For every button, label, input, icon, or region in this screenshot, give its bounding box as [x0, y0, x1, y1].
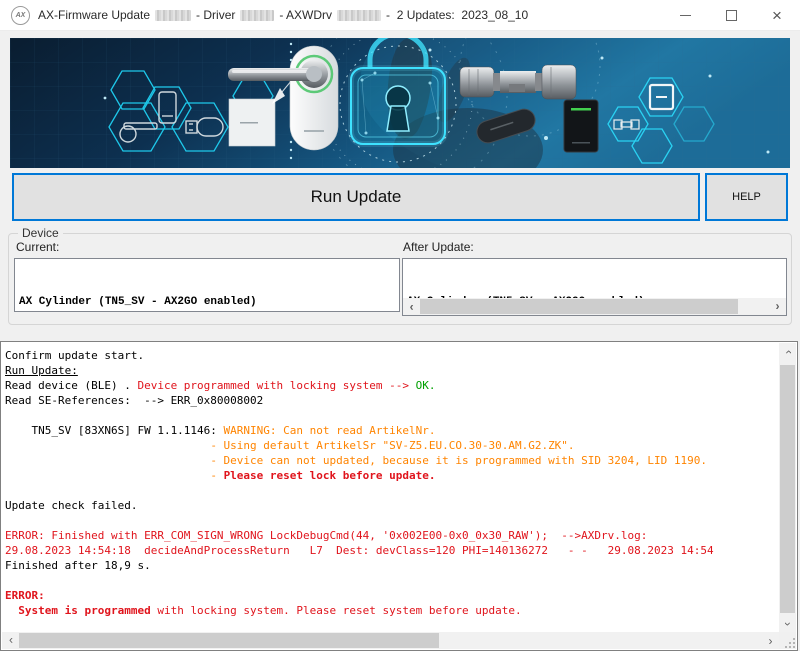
close-button[interactable]: ×: [754, 0, 800, 30]
log-line: [5, 573, 775, 588]
log-line: Update check failed.: [5, 498, 775, 513]
scroll-left-button[interactable]: ›: [2, 632, 19, 649]
redacted-version: [155, 10, 191, 21]
scrollbar-thumb[interactable]: [780, 365, 795, 613]
scroll-left-button[interactable]: ›: [403, 298, 420, 315]
redacted-version: [337, 10, 381, 21]
help-button[interactable]: HELP: [705, 173, 788, 221]
title-driver-label: - Driver: [196, 8, 235, 22]
resize-grip[interactable]: [779, 632, 796, 649]
maximize-icon: [726, 10, 737, 21]
after-update-label: After Update:: [403, 240, 474, 254]
banner-artwork: [10, 38, 790, 168]
log-line: Run Update:: [5, 363, 775, 378]
scrollbar-thumb[interactable]: [19, 633, 439, 648]
scrollbar-thumb[interactable]: [420, 299, 738, 314]
log-line: 29.08.2023 14:54:18 decideAndProcessRetu…: [5, 543, 775, 558]
chevron-up-icon: ›: [781, 350, 795, 354]
current-device-tree[interactable]: AX Cylinder (TN5_SV - AX2GO enabled) 83X…: [14, 258, 400, 312]
app-icon: AX: [11, 6, 30, 25]
log-output[interactable]: Confirm update start.Run Update:Read dev…: [2, 343, 779, 632]
maximize-button[interactable]: [708, 0, 754, 30]
log-line: - Please reset lock before update.: [5, 468, 775, 483]
after-tree-horizontal-scrollbar[interactable]: › ›: [403, 298, 786, 315]
title-app-name: AX-Firmware Update: [38, 8, 150, 22]
after-update-device-tree[interactable]: AX Cylinder (TN5_SV - AX2GO enabled) 83X…: [402, 258, 787, 316]
app-icon-text: AX: [16, 12, 26, 19]
scroll-up-button[interactable]: ›: [779, 343, 796, 360]
window-title: AX-Firmware Update - Driver - AXWDrv - 2…: [38, 8, 533, 22]
current-label: Current:: [16, 240, 59, 254]
title-axwdrv-label: - AXWDrv: [279, 8, 332, 22]
close-icon: ×: [772, 7, 782, 24]
scroll-down-button[interactable]: ›: [779, 615, 796, 632]
log-line: Confirm update start.: [5, 348, 775, 363]
scroll-right-button[interactable]: ›: [769, 298, 786, 315]
log-line: ERROR:: [5, 588, 775, 603]
log-panel: Confirm update start.Run Update:Read dev…: [0, 341, 798, 651]
log-horizontal-scrollbar[interactable]: › ›: [2, 632, 779, 649]
tree-root[interactable]: AX Cylinder (TN5_SV - AX2GO enabled): [15, 291, 399, 310]
log-line: [5, 513, 775, 528]
title-updates-date: - 2 Updates: 2023_08_10: [386, 8, 528, 22]
log-line: TN5_SV [83XN6S] FW 1.1.1146: WARNING: Ca…: [5, 423, 775, 438]
banner-image: [10, 38, 790, 168]
device-group-label: Device: [18, 226, 63, 240]
chevron-left-icon: ›: [9, 634, 13, 648]
log-line: - Device can not updated, because it is …: [5, 453, 775, 468]
minimize-icon: [680, 15, 691, 16]
log-line: Read SE-References: --> ERR_0x80008002: [5, 393, 775, 408]
log-line: [5, 408, 775, 423]
log-line: System is programmed with locking system…: [5, 603, 775, 618]
chevron-left-icon: ›: [408, 299, 415, 315]
redacted-version: [240, 10, 274, 21]
resize-grip-icon: [785, 638, 796, 649]
chevron-down-icon: ›: [781, 622, 795, 626]
chevron-right-icon: ›: [774, 299, 781, 315]
log-vertical-scrollbar[interactable]: › ›: [779, 343, 796, 632]
chevron-right-icon: ›: [769, 634, 773, 648]
log-line: ERROR: Finished with ERR_COM_SIGN_WRONG …: [5, 528, 775, 543]
minimize-button[interactable]: [662, 0, 708, 30]
log-line: - Using default ArtikelSr "SV-Z5.EU.CO.3…: [5, 438, 775, 453]
log-line: Finished after 18,9 s.: [5, 558, 775, 573]
log-line: [5, 483, 775, 498]
log-line: Read device (BLE) . Device programmed wi…: [5, 378, 775, 393]
run-update-button[interactable]: Run Update: [12, 173, 700, 221]
window-controls: ×: [662, 0, 800, 30]
title-bar: AX AX-Firmware Update - Driver - AXWDrv …: [0, 0, 800, 31]
scroll-right-button[interactable]: ›: [762, 632, 779, 649]
